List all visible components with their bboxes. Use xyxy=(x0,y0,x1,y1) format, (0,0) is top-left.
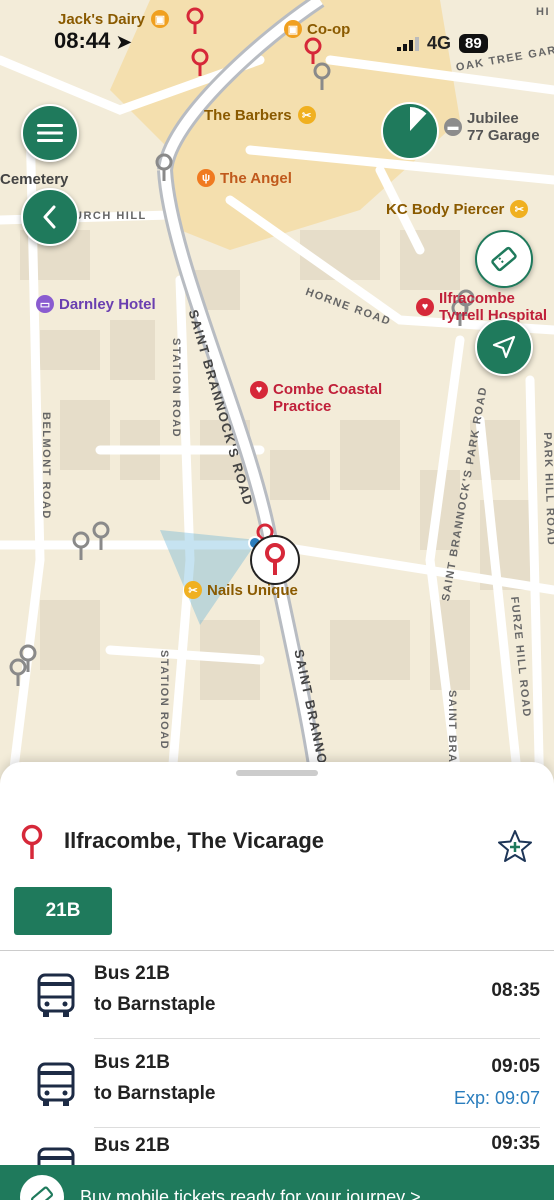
status-time: 08:44 ➤ xyxy=(54,28,132,54)
sheet-drag-handle[interactable] xyxy=(236,770,318,776)
battery-icon: 89 xyxy=(459,34,488,53)
network-type: 4G xyxy=(427,33,452,53)
departure-service: Bus 21B xyxy=(94,963,171,984)
star-plus-icon[interactable] xyxy=(497,829,533,863)
stop-pin-icon xyxy=(21,824,43,859)
poi-label: Combe Coastal Practice xyxy=(273,381,383,415)
signal-icon xyxy=(397,36,419,51)
tickets-button[interactable] xyxy=(475,230,533,288)
departure-row[interactable]: Bus 21B to Barnstaple 09:05 Exp: 09:07 xyxy=(0,1040,554,1128)
shop-icon: ▣ xyxy=(150,10,169,28)
bus-icon xyxy=(36,973,76,1024)
menu-button[interactable] xyxy=(21,104,79,162)
poi-label: Jack's Dairy xyxy=(58,10,145,28)
street-label: STATION ROAD xyxy=(170,338,182,439)
departure-time: 09:05 xyxy=(491,1056,540,1077)
expected-time: Exp: 09:07 xyxy=(453,1088,540,1108)
ticket-icon xyxy=(20,1175,64,1200)
poi-cemetery[interactable]: Cemetery xyxy=(0,171,68,188)
clock: 08:44 xyxy=(54,28,111,53)
back-button[interactable] xyxy=(21,188,79,246)
chevron-left-icon xyxy=(43,205,56,229)
stop-name: Ilfracombe, The Vicarage xyxy=(64,828,325,853)
map-view[interactable]: Jack's Dairy ▣ ▣ Co-op The Barbers ✂ ▬ J… xyxy=(0,0,554,800)
row-divider xyxy=(94,1127,540,1128)
poi-nails-unique[interactable]: ✂ Nails Unique xyxy=(184,581,298,599)
bus-icon xyxy=(36,1062,76,1113)
restaurant-icon: ψ xyxy=(197,169,215,187)
poi-jacks-dairy[interactable]: Jack's Dairy ▣ xyxy=(58,10,174,28)
hamburger-menu-icon xyxy=(37,124,63,142)
stop-pin-icon xyxy=(265,543,285,575)
poi-jubilee-garage[interactable]: ▬ Jubilee 77 Garage xyxy=(444,110,540,144)
departure-service: Bus 21B xyxy=(94,1135,171,1156)
poi-label: Co-op xyxy=(307,20,351,38)
ticket-promo-banner[interactable]: Buy mobile tickets ready for your journe… xyxy=(0,1165,554,1200)
poi-kc-body-piercer[interactable]: KC Body Piercer ✂ xyxy=(386,200,533,218)
stop-details-sheet[interactable]: Ilfracombe, The Vicarage 21B Bus 21B to B… xyxy=(0,762,554,1200)
location-services-icon: ➤ xyxy=(116,32,132,52)
medical-icon: ♥ xyxy=(250,381,268,399)
poi-label: Darnley Hotel xyxy=(59,295,156,313)
status-indicators: 4G 89 xyxy=(397,33,488,54)
street-label: STATION ROAD xyxy=(158,650,170,751)
departure-service: Bus 21B xyxy=(94,1052,171,1073)
departure-time: 09:35 xyxy=(491,1133,540,1154)
poi-label: The Barbers xyxy=(204,106,292,124)
route-filter-chip[interactable]: 21B xyxy=(14,887,112,935)
departure-time: 08:35 xyxy=(491,980,540,1001)
departure-row[interactable]: Bus 21B to Barnstaple 08:35 xyxy=(0,951,554,1039)
selected-stop-marker[interactable] xyxy=(250,535,300,585)
poi-the-angel[interactable]: ψ The Angel xyxy=(197,169,292,187)
locate-me-button[interactable] xyxy=(475,318,533,376)
poi-the-barbers[interactable]: The Barbers ✂ xyxy=(204,106,321,124)
poi-label: Nails Unique xyxy=(207,581,298,599)
scissors-icon: ✂ xyxy=(184,581,202,599)
medical-icon: ♥ xyxy=(416,298,434,316)
car-icon: ▬ xyxy=(444,118,462,136)
street-label: BELMONT ROAD xyxy=(40,412,52,520)
poi-label: Jubilee 77 Garage xyxy=(467,110,540,144)
shop-icon: ▣ xyxy=(284,20,302,38)
street-label: URCH HILL xyxy=(74,210,147,222)
banner-text: Buy mobile tickets ready for your journe… xyxy=(80,1187,421,1200)
scissors-icon: ✂ xyxy=(297,106,316,124)
scissors-icon: ✂ xyxy=(510,200,529,218)
poi-combe-coastal-practice[interactable]: ♥ Combe Coastal Practice xyxy=(250,381,382,415)
departure-destination: to Barnstaple xyxy=(94,994,216,1015)
poi-label: Cemetery xyxy=(0,171,69,188)
poi-label: KC Body Piercer xyxy=(386,200,505,218)
poi-tyrrell-hospital[interactable]: ♥ Ilfracombe Tyrrell Hospital xyxy=(416,290,547,324)
location-arrow-icon xyxy=(492,335,516,359)
poi-coop[interactable]: ▣ Co-op xyxy=(284,20,350,38)
street-label: SAINT BRAN xyxy=(446,690,458,773)
bed-icon: ▭ xyxy=(36,295,54,313)
poi-label: The Angel xyxy=(220,169,292,187)
departure-destination: to Barnstaple xyxy=(94,1083,216,1104)
street-label: HI xyxy=(536,6,550,18)
poi-darnley-hotel[interactable]: ▭ Darnley Hotel xyxy=(36,295,156,313)
ticket-icon xyxy=(491,246,517,272)
row-divider xyxy=(94,1038,540,1039)
